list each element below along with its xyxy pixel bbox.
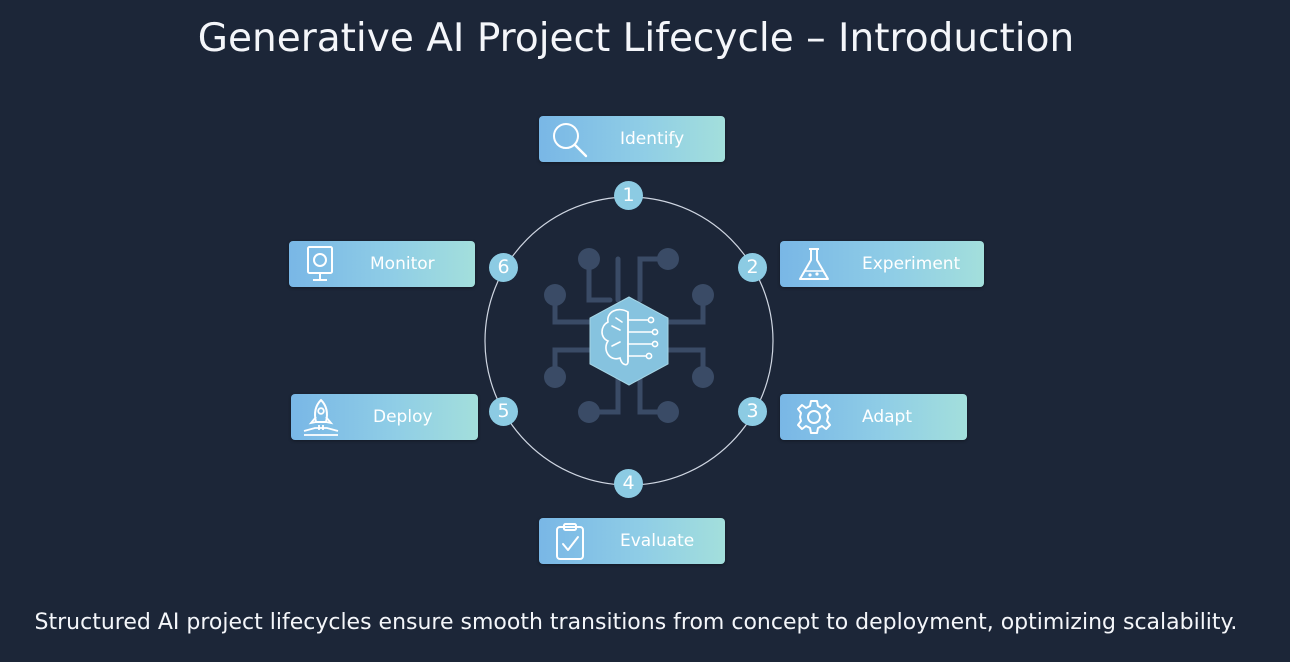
step-number-4: 4 (614, 469, 643, 498)
step-label: Deploy (373, 407, 433, 427)
step-label: Experiment (862, 254, 961, 274)
step-identify: Identify (539, 116, 725, 162)
step-monitor: Monitor (289, 241, 475, 287)
step-number-5: 5 (489, 397, 518, 426)
magnifier-icon (553, 123, 588, 158)
flask-icon (799, 248, 829, 280)
step-evaluate: Evaluate (539, 518, 725, 564)
step-label: Monitor (370, 254, 435, 274)
gear-icon (797, 400, 831, 434)
ai-brain-circuit-icon (589, 296, 669, 386)
step-label: Adapt (862, 407, 912, 427)
step-label: Evaluate (620, 531, 695, 551)
step-number-2: 2 (738, 253, 767, 282)
step-number-3: 3 (738, 397, 767, 426)
step-number-1: 1 (614, 181, 643, 210)
rocket-icon (303, 399, 339, 436)
step-label: Identify (620, 129, 685, 149)
clipboard-check-icon (556, 523, 584, 560)
step-number-6: 6 (489, 253, 518, 282)
step-experiment: Experiment (780, 241, 984, 287)
step-deploy: Deploy (291, 394, 478, 440)
caption-text: Structured AI project lifecycles ensure … (34, 610, 1238, 635)
monitor-icon (307, 246, 333, 281)
step-adapt: Adapt (780, 394, 967, 440)
